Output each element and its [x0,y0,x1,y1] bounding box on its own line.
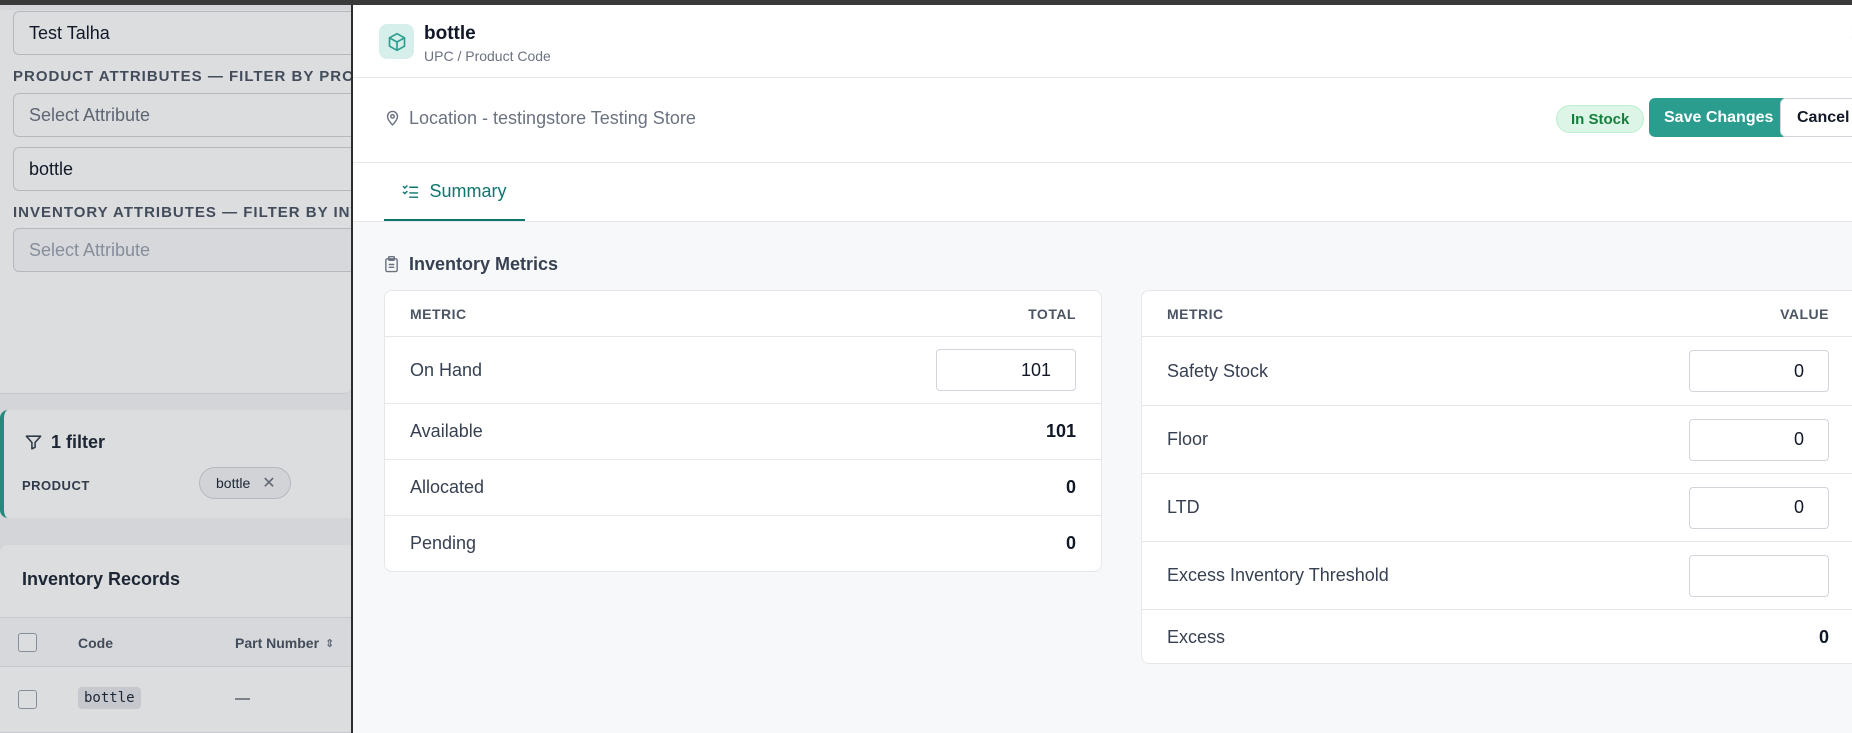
table-row: Available 101 [385,404,1101,460]
available-value: 101 [1045,421,1076,441]
location-label: Location - testingstore Testing Store [409,108,696,128]
row-label: Allocated [410,477,485,497]
on-hand-input[interactable] [936,349,1076,391]
section-title-label: Inventory Metrics [409,254,559,274]
location-bar: Location - testingstore Testing Store In… [353,78,1852,163]
table-row: On Hand [385,337,1101,404]
row-label: Excess [1167,627,1226,647]
product-subtitle: UPC / Product Code [424,48,551,64]
row-label: Safety Stock [1167,360,1269,381]
tab-bar: Summary [353,163,1852,222]
row-label: Floor [1167,429,1209,449]
row-label: Pending [410,533,477,553]
row-label: LTD [1167,497,1200,517]
location: Location - testingstore Testing Store [384,108,696,129]
header-total: TOTAL [1028,305,1076,322]
row-label: Excess Inventory Threshold [1167,565,1389,585]
header-metric: METRIC [410,305,467,322]
header-value: VALUE [1780,305,1829,322]
product-name: bottle [424,23,476,44]
status-badge: In Stock [1556,105,1645,133]
table-row: Safety Stock [1142,337,1852,406]
ltd-input[interactable] [1689,486,1829,529]
pending-value: 0 [1065,533,1076,553]
save-button[interactable]: Save Changes [1649,98,1789,137]
tab-summary-label: Summary [429,180,507,201]
table-row: LTD [1142,474,1852,542]
table-row: Pending 0 [385,516,1101,571]
package-icon [379,24,414,59]
totals-table-header: METRIC TOTAL [385,291,1101,337]
section-title: Inventory Metrics [384,254,558,275]
inventory-detail-drawer: bottle UPC / Product Code ✕ Location - t… [351,5,1852,733]
list-check-icon [403,184,419,198]
thresholds-table-header: METRIC VALUE [1142,291,1852,337]
table-row: Excess 0 [1142,610,1852,663]
thresholds-table: METRIC VALUE Safety Stock Floor LTD Exce… [1141,290,1852,664]
tab-summary[interactable]: Summary [384,163,525,221]
drawer-content: Inventory Metrics METRIC TOTAL On Hand A… [353,222,1852,733]
excess-value: 0 [1818,627,1829,647]
table-row: Allocated 0 [385,460,1101,516]
clipboard-icon [385,256,398,273]
map-pin-icon [386,110,399,126]
row-label: Available [410,421,483,441]
safety-stock-input[interactable] [1689,350,1829,392]
totals-table: METRIC TOTAL On Hand Available 101 Alloc… [384,290,1102,572]
table-row: Floor [1142,406,1852,474]
allocated-value: 0 [1065,477,1076,497]
row-label: On Hand [410,359,483,380]
excess-threshold-input[interactable] [1689,554,1829,597]
cancel-button[interactable]: Cancel [1780,98,1852,137]
floor-input[interactable] [1689,418,1829,461]
modal-backdrop[interactable] [0,5,352,733]
table-row: Excess Inventory Threshold [1142,542,1852,610]
window-top-bar [0,0,1852,5]
drawer-header: bottle UPC / Product Code ✕ [353,5,1852,78]
header-metric: METRIC [1167,305,1224,322]
